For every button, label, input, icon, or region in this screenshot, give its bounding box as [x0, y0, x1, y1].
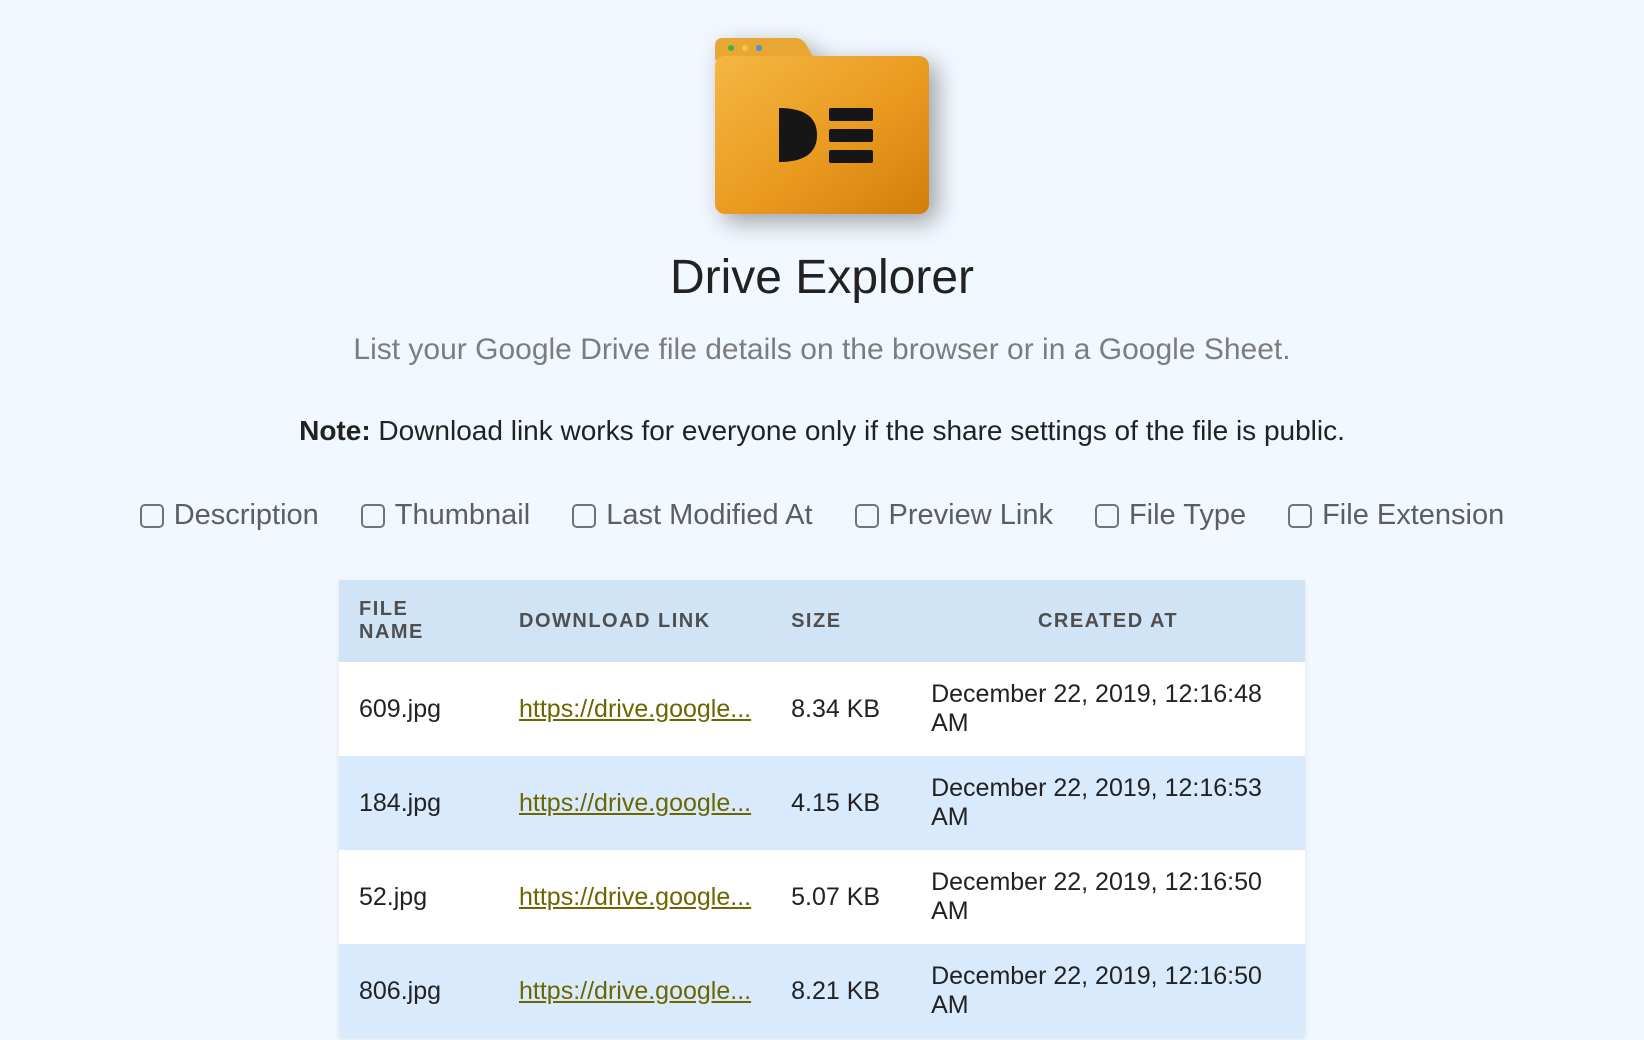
note-body: Download link works for everyone only if… [378, 415, 1344, 446]
logo-wrapper [0, 30, 1644, 220]
checkbox-icon[interactable] [140, 504, 164, 528]
checkbox-icon[interactable] [572, 504, 596, 528]
page-container: Drive Explorer List your Google Drive fi… [0, 0, 1644, 1038]
header-created-at: CREATED AT [911, 580, 1305, 662]
download-link[interactable]: https://drive.google... [519, 695, 751, 723]
page-subtitle: List your Google Drive file details on t… [0, 333, 1644, 367]
cell-filename: 806.jpg [339, 944, 499, 1038]
checkbox-preview-link[interactable]: Preview Link [855, 499, 1053, 532]
header-download-link: DOWNLOAD LINK [499, 580, 771, 662]
cell-filename: 609.jpg [339, 662, 499, 756]
file-table-wrapper: FILE NAME DOWNLOAD LINK SIZE CREATED AT … [339, 580, 1305, 1038]
table-header-row: FILE NAME DOWNLOAD LINK SIZE CREATED AT [339, 580, 1305, 662]
table-row: 806.jpg https://drive.google... 8.21 KB … [339, 944, 1305, 1038]
note-label: Note: [299, 415, 371, 446]
checkbox-label: Last Modified At [606, 499, 812, 532]
cell-created-at: December 22, 2019, 12:16:50 AM [911, 944, 1305, 1038]
cell-filename: 184.jpg [339, 756, 499, 850]
cell-download-link: https://drive.google... [499, 850, 771, 944]
checkbox-icon[interactable] [361, 504, 385, 528]
checkbox-icon[interactable] [1095, 504, 1119, 528]
checkbox-description[interactable]: Description [140, 499, 319, 532]
download-link[interactable]: https://drive.google... [519, 977, 751, 1005]
note-text: Note: Download link works for everyone o… [0, 415, 1644, 447]
file-table: FILE NAME DOWNLOAD LINK SIZE CREATED AT … [339, 580, 1305, 1038]
cell-filename: 52.jpg [339, 850, 499, 944]
table-row: 609.jpg https://drive.google... 8.34 KB … [339, 662, 1305, 756]
table-row: 52.jpg https://drive.google... 5.07 KB D… [339, 850, 1305, 944]
column-toggle-row: Description Thumbnail Last Modified At P… [0, 499, 1644, 532]
drive-explorer-folder-icon [707, 30, 937, 220]
cell-size: 8.34 KB [771, 662, 911, 756]
download-link[interactable]: https://drive.google... [519, 789, 751, 817]
cell-download-link: https://drive.google... [499, 756, 771, 850]
checkbox-label: File Type [1129, 499, 1246, 532]
table-row: 184.jpg https://drive.google... 4.15 KB … [339, 756, 1305, 850]
cell-size: 5.07 KB [771, 850, 911, 944]
cell-created-at: December 22, 2019, 12:16:53 AM [911, 756, 1305, 850]
checkbox-thumbnail[interactable]: Thumbnail [361, 499, 530, 532]
cell-download-link: https://drive.google... [499, 662, 771, 756]
checkbox-label: Description [174, 499, 319, 532]
header-file-name: FILE NAME [339, 580, 499, 662]
cell-size: 8.21 KB [771, 944, 911, 1038]
checkbox-label: Preview Link [889, 499, 1053, 532]
cell-created-at: December 22, 2019, 12:16:48 AM [911, 662, 1305, 756]
cell-download-link: https://drive.google... [499, 944, 771, 1038]
download-link[interactable]: https://drive.google... [519, 883, 751, 911]
checkbox-icon[interactable] [855, 504, 879, 528]
cell-size: 4.15 KB [771, 756, 911, 850]
header-size: SIZE [771, 580, 911, 662]
checkbox-file-extension[interactable]: File Extension [1288, 499, 1504, 532]
checkbox-label: Thumbnail [395, 499, 530, 532]
checkbox-last-modified-at[interactable]: Last Modified At [572, 499, 812, 532]
checkbox-label: File Extension [1322, 499, 1504, 532]
page-title: Drive Explorer [0, 250, 1644, 305]
cell-created-at: December 22, 2019, 12:16:50 AM [911, 850, 1305, 944]
checkbox-icon[interactable] [1288, 504, 1312, 528]
checkbox-file-type[interactable]: File Type [1095, 499, 1246, 532]
